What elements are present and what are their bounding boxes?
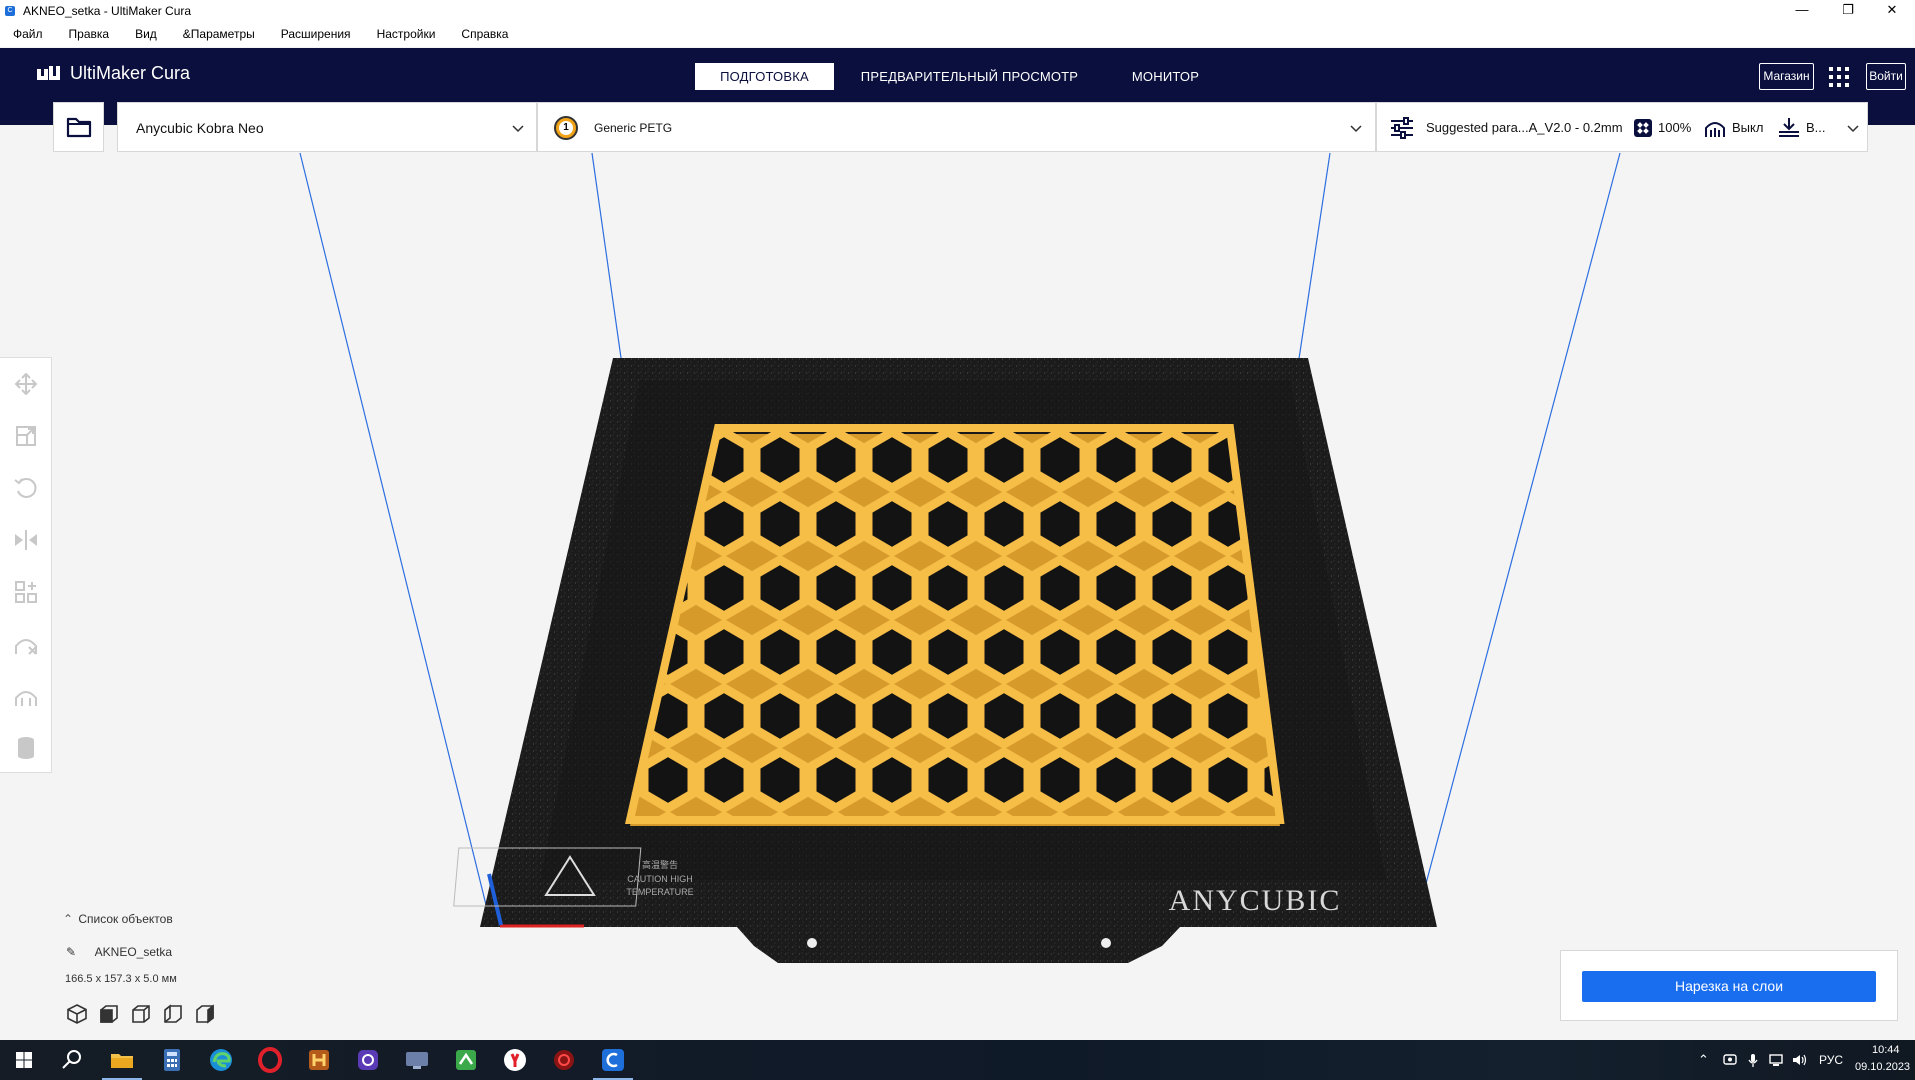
cura-app-icon: C xyxy=(5,5,15,16)
tab-preview[interactable]: ПРЕДВАРИТЕЛЬНЫЙ ПРОСМОТР xyxy=(857,63,1082,90)
bed-warning-line-1: 高温警告 xyxy=(642,859,678,870)
green-app-icon[interactable] xyxy=(452,1046,480,1074)
infill-value: 100% xyxy=(1658,120,1692,135)
chevron-down-icon xyxy=(1847,125,1859,133)
signin-button[interactable]: Войти xyxy=(1866,63,1906,90)
menu-edit[interactable]: Правка xyxy=(56,21,123,47)
3d-viewport[interactable]: ANYCUBIC 高温警告 CAUTION HIGH TEMPERATURE xyxy=(0,125,1915,1040)
infill-icon xyxy=(1634,119,1652,137)
windows-start-icon[interactable] xyxy=(10,1046,38,1074)
profile-name: Suggested para...A_V2.0 - 0.2mm xyxy=(1426,120,1623,135)
cylinder-tool-icon[interactable] xyxy=(12,734,40,762)
view-front-icon[interactable] xyxy=(98,1003,120,1025)
custom-supports-icon[interactable] xyxy=(12,682,40,710)
network-tray-icon[interactable] xyxy=(1768,1052,1784,1068)
camera-tray-icon[interactable] xyxy=(1722,1052,1738,1068)
folder-icon xyxy=(66,117,91,138)
extruder-number: 1 xyxy=(559,121,573,135)
object-item[interactable]: ✎ AKNEO_setka xyxy=(66,945,172,959)
honeycomb-model[interactable] xyxy=(625,424,1285,826)
open-file-button[interactable] xyxy=(53,102,104,152)
support-icon xyxy=(1705,122,1725,137)
bed-brand-text: ANYCUBIC xyxy=(1169,884,1342,917)
material-selector[interactable]: 1 Generic PETG xyxy=(537,102,1376,152)
window-title: AKNEO_setka - UltiMaker Cura xyxy=(23,3,192,18)
view-top-icon[interactable] xyxy=(130,1003,152,1025)
title-bar: C AKNEO_setka - UltiMaker Cura — ❐ ✕ xyxy=(0,0,1915,21)
object-list-header[interactable]: ⌃ Список объектов xyxy=(63,912,173,926)
view-left-icon[interactable] xyxy=(162,1003,184,1025)
minimize-button[interactable]: — xyxy=(1779,0,1825,21)
marketplace-button[interactable]: Магазин xyxy=(1759,63,1814,90)
menu-view[interactable]: Вид xyxy=(122,21,170,47)
menu-settings[interactable]: &Параметры xyxy=(170,21,268,47)
remote-desktop-icon[interactable] xyxy=(403,1046,431,1074)
clock-date[interactable]: 09.10.2023 xyxy=(1855,1061,1910,1073)
scale-tool-icon[interactable] xyxy=(12,422,40,450)
pencil-icon: ✎ xyxy=(66,945,77,959)
tray-overflow-icon[interactable]: ⌃ xyxy=(1698,1052,1709,1068)
cura-taskbar-icon[interactable] xyxy=(599,1046,627,1074)
close-button[interactable]: ✕ xyxy=(1869,0,1915,21)
media-app-icon[interactable] xyxy=(354,1046,382,1074)
sliders-icon xyxy=(1391,117,1413,139)
mirror-tool-icon[interactable] xyxy=(12,526,40,554)
restore-button[interactable]: ❐ xyxy=(1825,0,1871,21)
calculator-icon[interactable] xyxy=(158,1046,186,1074)
search-icon[interactable] xyxy=(58,1046,86,1074)
object-name: AKNEO_setka xyxy=(94,945,173,959)
apps-grid-icon[interactable] xyxy=(1827,65,1851,89)
red-app-icon[interactable] xyxy=(550,1046,578,1074)
chevron-down-icon xyxy=(1350,125,1362,133)
bed-warning-line-2: CAUTION HIGH xyxy=(627,874,693,884)
tab-monitor[interactable]: МОНИТОР xyxy=(1118,63,1213,90)
menu-extensions[interactable]: Расширения xyxy=(268,21,364,47)
menu-file[interactable]: Файл xyxy=(0,21,56,47)
material-name: Generic PETG xyxy=(594,121,673,135)
view-right-icon[interactable] xyxy=(194,1003,216,1025)
printer-selector[interactable]: Anycubic Kobra Neo xyxy=(117,102,537,152)
opera-browser-icon[interactable] xyxy=(256,1046,284,1074)
yandex-browser-icon[interactable] xyxy=(501,1046,529,1074)
slice-button[interactable]: Нарезка на слои xyxy=(1582,971,1876,1002)
clock-time[interactable]: 10:44 xyxy=(1872,1044,1900,1056)
bed-warning-line-3: TEMPERATURE xyxy=(626,887,693,897)
volume-tray-icon[interactable] xyxy=(1791,1052,1807,1068)
ultimaker-logo: UltiMaker Cura xyxy=(36,62,190,84)
adhesion-value: В... xyxy=(1806,120,1826,135)
print-settings-selector[interactable]: Suggested para...A_V2.0 - 0.2mm 100% Вык… xyxy=(1376,102,1868,152)
adhesion-icon xyxy=(1779,118,1799,137)
tool-toolbar xyxy=(0,357,52,773)
slice-panel: Нарезка на слои xyxy=(1560,950,1898,1021)
file-explorer-icon[interactable] xyxy=(108,1046,136,1074)
tab-prepare[interactable]: ПОДГОТОВКА xyxy=(695,63,834,90)
object-dimensions: 166.5 x 157.3 x 5.0 мм xyxy=(65,973,177,985)
support-blocker-icon[interactable] xyxy=(12,630,40,658)
rotate-tool-icon[interactable] xyxy=(12,474,40,502)
view-3d-icon[interactable] xyxy=(66,1003,88,1025)
edge-browser-icon[interactable] xyxy=(207,1046,235,1074)
menu-bar: Файл Правка Вид &Параметры Расширения На… xyxy=(0,21,1915,47)
microphone-tray-icon[interactable] xyxy=(1745,1052,1761,1068)
move-tool-icon[interactable] xyxy=(12,370,40,398)
game-launcher-icon[interactable] xyxy=(305,1046,333,1074)
menu-help[interactable]: Справка xyxy=(448,21,521,47)
logo-text: UltiMaker Cura xyxy=(70,62,191,83)
per-model-settings-icon[interactable] xyxy=(12,578,40,606)
extruder-badge-icon: 1 xyxy=(554,116,578,140)
support-value: Выкл xyxy=(1732,120,1764,135)
object-list-title: Список объектов xyxy=(78,912,173,926)
windows-taskbar: ⌃ РУС 10:44 09.10.2023 xyxy=(0,1040,1915,1080)
language-indicator[interactable]: РУС xyxy=(1819,1053,1843,1067)
chevron-up-icon: ⌃ xyxy=(63,912,74,926)
chevron-down-icon xyxy=(512,125,524,133)
printer-name: Anycubic Kobra Neo xyxy=(136,120,264,136)
menu-preferences[interactable]: Настройки xyxy=(364,21,449,47)
ultimaker-logo-icon xyxy=(37,66,60,80)
